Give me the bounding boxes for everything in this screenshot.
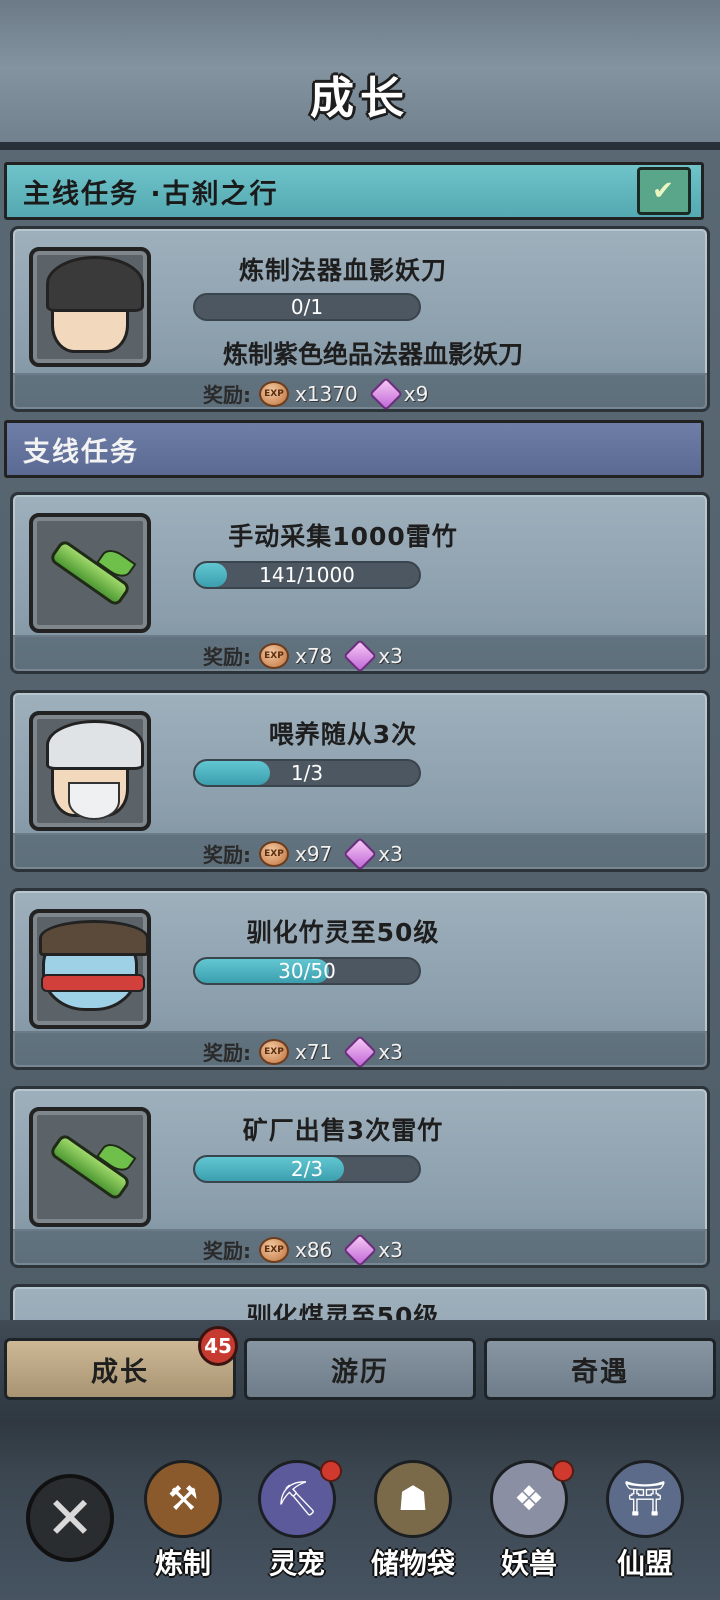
tab-growth-label: 成长 [91, 1356, 149, 1388]
gem-icon [343, 1232, 378, 1267]
gem-icon [343, 836, 378, 871]
reward-label: 奖励: [203, 1041, 251, 1065]
side-quest-section-label: 支线任务 [23, 436, 139, 468]
gem-icon [343, 1034, 378, 1069]
exp-icon: EXP [259, 380, 289, 407]
main-quest-card[interactable]: 炼制法器血影妖刀 0/1 炼制紫色绝品法器血影妖刀 奖励: EXP x1370 … [10, 226, 710, 412]
side-quest-name: 驯化竹灵至50级 [246, 918, 440, 947]
notification-dot [320, 1460, 342, 1482]
side-quest-reward: 奖励: EXP x97 x3 [203, 836, 413, 871]
side-quest-progress: 1/3 [193, 759, 421, 787]
gem-reward-value: x3 [378, 1039, 403, 1064]
side-quest-progress: 141/1000 [193, 561, 421, 589]
bamboo-icon [48, 538, 132, 608]
notification-badge: 45 [198, 1326, 238, 1366]
side-quest-progress: 30/50 [193, 957, 421, 985]
side-quest-avatar [29, 711, 151, 831]
nav-label: 储物袋 [370, 1547, 455, 1580]
reward-label: 奖励: [203, 645, 251, 669]
side-quest-header: 支线任务 [4, 420, 704, 478]
main-quest-header: 主线任务 ·古刹之行 ✔ [4, 162, 704, 220]
close-button[interactable]: ✕ [26, 1474, 114, 1562]
side-quest-reward: 奖励: EXP x71 x3 [203, 1034, 413, 1069]
side-quest-avatar [29, 1107, 151, 1227]
side-quest-reward: 奖励: EXP x78 x3 [203, 638, 413, 673]
reward-label: 奖励: [203, 383, 251, 407]
main-quest-reward: 奖励: EXP x1370 x9 [203, 376, 438, 411]
tab-encounter-label: 奇遇 [571, 1356, 629, 1388]
close-icon: ✕ [45, 1484, 95, 1552]
main-quest-progress: 0/1 [193, 293, 421, 321]
side-quest-progress-text: 30/50 [278, 959, 336, 983]
side-quest-progress-text: 1/3 [290, 761, 324, 785]
gem-icon [343, 638, 378, 673]
bamboo-icon [48, 1132, 132, 1202]
gem-reward-value: x3 [378, 841, 403, 866]
scroll-icon[interactable]: ✔ [637, 167, 691, 215]
tab-travel-label: 游历 [331, 1356, 389, 1388]
gem-icon [368, 376, 403, 411]
main-quest-progress-text: 0/1 [290, 295, 324, 319]
exp-reward-value: x78 [295, 643, 333, 668]
notification-dot [552, 1460, 574, 1482]
forge-icon: ⚒ [144, 1460, 222, 1538]
category-tabs: 成长 45 游历 奇遇 [0, 1320, 720, 1420]
exp-reward-value: x1370 [295, 381, 358, 406]
exp-reward-value: x71 [295, 1039, 333, 1064]
gem-reward-value: x3 [378, 643, 403, 668]
nav-label: 妖兽 [500, 1547, 557, 1580]
exp-icon: EXP [259, 642, 289, 669]
bottom-nav: ✕ ⚒ 炼制 ⛏ 灵宠 ☗ 储物袋 ❖ 妖兽 ⛩ 仙盟 [0, 1420, 720, 1600]
nav-item-alliance[interactable]: ⛩ 仙盟 [590, 1460, 700, 1590]
nav-label: 仙盟 [616, 1547, 673, 1580]
side-quest-name: 手动采集1000雷竹 [228, 522, 458, 551]
reward-label: 奖励: [203, 1239, 251, 1263]
side-quest-reward: 奖励: EXP x86 x3 [203, 1232, 413, 1267]
reward-label: 奖励: [203, 843, 251, 867]
nav-item-beast[interactable]: ❖ 妖兽 [474, 1460, 584, 1590]
main-quest-avatar [29, 247, 151, 367]
tab-encounter[interactable]: 奇遇 [484, 1338, 716, 1400]
swordsman-portrait-icon [46, 256, 144, 353]
side-quest-card[interactable]: 喂养随从3次 1/3 奖励: EXP x97 x3 [10, 690, 710, 872]
nav-label: 炼制 [154, 1547, 211, 1580]
gem-reward-value: x9 [403, 381, 429, 406]
side-quest-progress-text: 141/1000 [259, 563, 355, 587]
main-quest-name: 炼制法器血影妖刀 [238, 256, 447, 285]
nav-label: 灵宠 [268, 1547, 325, 1580]
exp-icon: EXP [259, 1236, 289, 1263]
side-quest-avatar [29, 513, 151, 633]
gem-reward-value: x3 [378, 1237, 403, 1262]
side-quest-name: 喂养随从3次 [268, 720, 418, 749]
exp-icon: EXP [259, 1038, 289, 1065]
main-quest-description: 炼制紫色绝品法器血影妖刀 [222, 340, 523, 369]
side-quest-card[interactable]: 手动采集1000雷竹 141/1000 奖励: EXP x78 x3 [10, 492, 710, 674]
exp-reward-value: x97 [295, 841, 333, 866]
header: 成长 [0, 0, 720, 150]
exp-reward-value: x86 [295, 1237, 333, 1262]
alliance-icon: ⛩ [606, 1460, 684, 1538]
bag-icon: ☗ [374, 1460, 452, 1538]
panda-portrait-icon [39, 920, 147, 1011]
nav-item-bag[interactable]: ☗ 储物袋 [358, 1460, 468, 1590]
side-quest-progress: 2/3 [193, 1155, 421, 1183]
side-quest-card[interactable]: 矿厂出售3次雷竹 2/3 奖励: EXP x86 x3 [10, 1086, 710, 1268]
side-quest-name: 矿厂出售3次雷竹 [242, 1116, 444, 1145]
nav-item-pet[interactable]: ⛏ 灵宠 [242, 1460, 352, 1590]
page-title: 成长 [310, 73, 410, 124]
side-quest-progress-text: 2/3 [290, 1157, 324, 1181]
side-quest-avatar [29, 909, 151, 1029]
tab-travel[interactable]: 游历 [244, 1338, 476, 1400]
elder-portrait-icon [46, 720, 144, 820]
exp-icon: EXP [259, 840, 289, 867]
side-quest-card[interactable]: 驯化竹灵至50级 30/50 奖励: EXP x71 x3 [10, 888, 710, 1070]
nav-item-forge[interactable]: ⚒ 炼制 [128, 1460, 238, 1590]
quest-list[interactable]: 主线任务 ·古刹之行 ✔ 炼制法器血影妖刀 0/1 炼制紫色绝品法器血影妖刀 奖… [0, 150, 720, 1340]
main-quest-section-label: 主线任务 ·古刹之行 [23, 178, 279, 210]
